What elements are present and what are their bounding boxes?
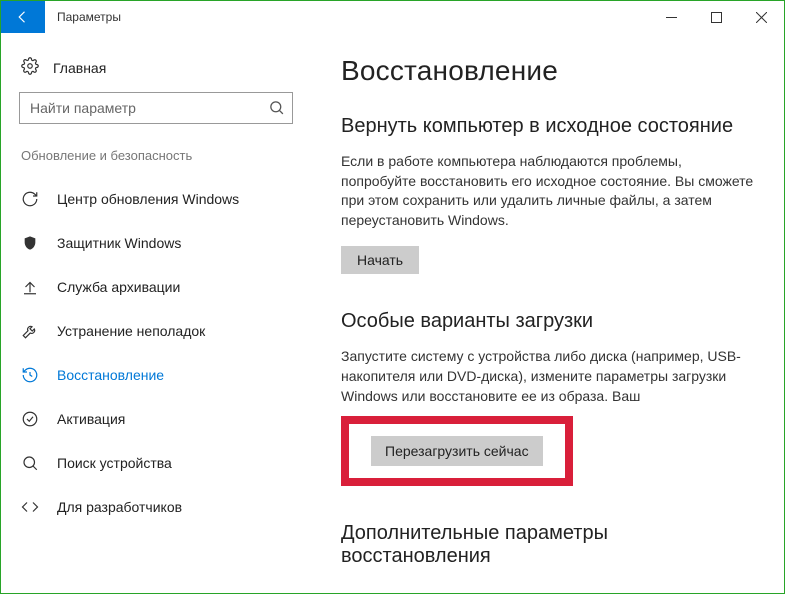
page-title: Восстановление xyxy=(341,55,756,87)
check-circle-icon xyxy=(21,410,39,428)
upload-icon xyxy=(21,278,39,296)
sidebar-item-label: Защитник Windows xyxy=(57,235,181,251)
more-recovery-heading: Дополнительные параметры восстановления xyxy=(341,522,756,568)
reset-description: Если в работе компьютера наблюдаются про… xyxy=(341,152,756,230)
sidebar-section-label: Обновление и безопасность xyxy=(19,148,293,163)
sidebar-item-find-device[interactable]: Поиск устройства xyxy=(19,441,293,485)
search-icon xyxy=(268,99,285,121)
sidebar-item-recovery[interactable]: Восстановление xyxy=(19,353,293,397)
sidebar-item-developers[interactable]: Для разработчиков xyxy=(19,485,293,529)
sidebar-home[interactable]: Главная xyxy=(19,51,293,92)
highlight-annotation: Перезагрузить сейчас xyxy=(341,416,573,486)
restart-now-button[interactable]: Перезагрузить сейчас xyxy=(371,436,543,466)
sync-icon xyxy=(21,190,39,208)
sidebar-item-label: Центр обновления Windows xyxy=(57,191,239,207)
sidebar-item-label: Устранение неполадок xyxy=(57,323,205,339)
close-button[interactable] xyxy=(739,1,784,33)
sidebar-item-backup[interactable]: Служба архивации xyxy=(19,265,293,309)
advanced-startup-description: Запустите систему с устройства либо диск… xyxy=(341,347,756,406)
recovery-icon xyxy=(21,366,39,384)
sidebar-item-defender[interactable]: Защитник Windows xyxy=(19,221,293,265)
sidebar-item-windows-update[interactable]: Центр обновления Windows xyxy=(19,177,293,221)
sidebar-item-label: Восстановление xyxy=(57,367,164,383)
reset-heading: Вернуть компьютер в исходное состояние xyxy=(341,115,756,138)
window-title: Параметры xyxy=(45,1,133,33)
sidebar-item-label: Поиск устройства xyxy=(57,455,172,471)
sidebar-item-activation[interactable]: Активация xyxy=(19,397,293,441)
wrench-icon xyxy=(21,322,39,340)
maximize-button[interactable] xyxy=(694,1,739,33)
code-icon xyxy=(21,498,39,516)
shield-icon xyxy=(21,235,39,251)
location-icon xyxy=(21,454,39,472)
sidebar-item-troubleshoot[interactable]: Устранение неполадок xyxy=(19,309,293,353)
sidebar-item-label: Для разработчиков xyxy=(57,499,182,515)
gear-icon xyxy=(21,57,39,78)
back-button[interactable] xyxy=(1,1,45,33)
search-input[interactable] xyxy=(19,92,293,124)
minimize-button[interactable] xyxy=(649,1,694,33)
reset-start-button[interactable]: Начать xyxy=(341,246,419,274)
sidebar-item-label: Служба архивации xyxy=(57,279,180,295)
sidebar-item-label: Активация xyxy=(57,411,125,427)
sidebar-home-label: Главная xyxy=(53,60,106,76)
advanced-startup-heading: Особые варианты загрузки xyxy=(341,310,756,333)
search-box[interactable] xyxy=(19,92,293,124)
